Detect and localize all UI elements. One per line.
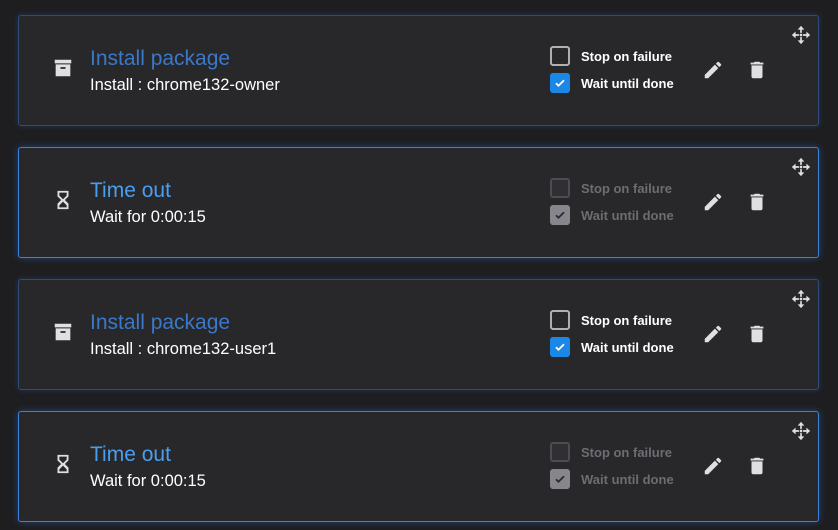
stop-on-failure-option[interactable]: Stop on failure (550, 310, 672, 330)
move-arrows-icon (791, 157, 811, 177)
delete-button[interactable] (745, 58, 769, 82)
step-subtitle: Install : chrome132-user1 (90, 340, 277, 358)
pencil-icon (704, 193, 722, 211)
wait-until-done-label: Wait until done (581, 471, 674, 487)
trash-icon (750, 457, 764, 475)
wait-until-done-checkbox[interactable] (550, 337, 570, 357)
step-title: Time out (90, 179, 171, 202)
step-card-2: Time out Wait for 0:00:15 Stop on failur… (18, 147, 819, 258)
step-card-4: Time out Wait for 0:00:15 Stop on failur… (18, 411, 819, 522)
drag-handle[interactable] (790, 24, 812, 46)
hourglass-icon (52, 453, 74, 475)
stop-on-failure-label: Stop on failure (581, 312, 672, 328)
hourglass-icon (52, 189, 74, 211)
step-title: Install package (90, 47, 231, 70)
wait-until-done-option[interactable]: Wait until done (550, 73, 674, 93)
step-card-1: Install package Install : chrome132-owne… (18, 15, 819, 126)
wait-until-done-checkbox (550, 469, 570, 489)
stop-on-failure-option[interactable]: Stop on failure (550, 46, 672, 66)
delete-button[interactable] (745, 190, 769, 214)
step-title: Install package (90, 311, 231, 334)
stop-on-failure-checkbox[interactable] (550, 310, 570, 330)
edit-button[interactable] (701, 190, 725, 214)
step-title: Time out (90, 443, 171, 466)
move-arrows-icon (791, 421, 811, 441)
step-card-3: Install package Install : chrome132-user… (18, 279, 819, 390)
pencil-icon (704, 457, 722, 475)
stop-on-failure-label: Stop on failure (581, 48, 672, 64)
step-subtitle: Wait for 0:00:15 (90, 472, 206, 490)
wait-until-done-label: Wait until done (581, 75, 674, 91)
edit-button[interactable] (701, 322, 725, 346)
stop-on-failure-checkbox[interactable] (550, 46, 570, 66)
edit-button[interactable] (701, 454, 725, 478)
check-icon (555, 343, 565, 352)
drag-handle[interactable] (790, 156, 812, 178)
check-icon (555, 79, 565, 88)
move-arrows-icon (791, 25, 811, 45)
move-arrows-icon (791, 289, 811, 309)
delete-button[interactable] (745, 454, 769, 478)
edit-button[interactable] (701, 58, 725, 82)
wait-until-done-option[interactable]: Wait until done (550, 337, 674, 357)
trash-icon (750, 193, 764, 211)
pencil-icon (704, 61, 722, 79)
stop-on-failure-option: Stop on failure (550, 178, 672, 198)
stop-on-failure-checkbox (550, 178, 570, 198)
pencil-icon (704, 325, 722, 343)
wait-until-done-label: Wait until done (581, 207, 674, 223)
wait-until-done-checkbox[interactable] (550, 73, 570, 93)
check-icon (555, 211, 565, 220)
stop-on-failure-label: Stop on failure (581, 180, 672, 196)
trash-icon (750, 325, 764, 343)
step-subtitle: Wait for 0:00:15 (90, 208, 206, 226)
stop-on-failure-option: Stop on failure (550, 442, 672, 462)
stop-on-failure-label: Stop on failure (581, 444, 672, 460)
drag-handle[interactable] (790, 420, 812, 442)
step-subtitle: Install : chrome132-owner (90, 76, 280, 94)
wait-until-done-label: Wait until done (581, 339, 674, 355)
archive-icon (52, 321, 74, 343)
wait-until-done-option: Wait until done (550, 469, 674, 489)
drag-handle[interactable] (790, 288, 812, 310)
stop-on-failure-checkbox (550, 442, 570, 462)
archive-icon (52, 57, 74, 79)
wait-until-done-checkbox (550, 205, 570, 225)
trash-icon (750, 61, 764, 79)
delete-button[interactable] (745, 322, 769, 346)
check-icon (555, 475, 565, 484)
wait-until-done-option: Wait until done (550, 205, 674, 225)
